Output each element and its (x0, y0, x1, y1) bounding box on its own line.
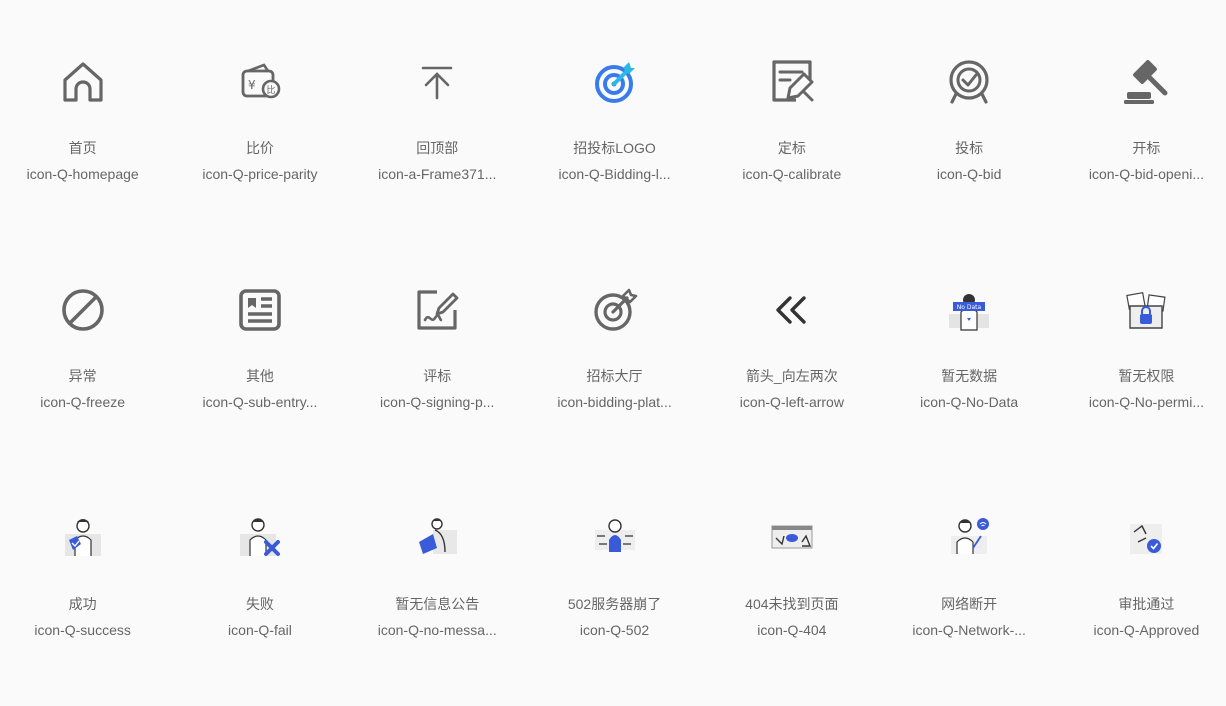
icon-card-bid[interactable]: 投标 icon-Q-bid (880, 0, 1057, 228)
icon-label: 404未找到页面 (745, 596, 839, 612)
icon-class-name: icon-Q-No-Data (920, 394, 1019, 410)
freeze-icon (57, 284, 109, 336)
icon-label: 502服务器崩了 (567, 596, 662, 612)
icon-class-name: icon-a-Frame371... (378, 166, 497, 182)
icon-card-no-permission[interactable]: 暂无权限 icon-Q-No-permi... (1058, 228, 1226, 456)
icon-card-404[interactable]: 404未找到页面 icon-Q-404 (703, 456, 880, 684)
fail-illustration-icon (234, 512, 286, 564)
icon-grid: 首页 icon-Q-homepage ¥ 比 比价 icon-Q-price-p… (0, 0, 1226, 684)
server-502-illustration-icon (589, 512, 641, 564)
icon-label: 评标 (423, 368, 452, 384)
icon-card-no-data[interactable]: No Data 暂无数据 icon-Q-No-Data (880, 228, 1057, 456)
icon-label: 定标 (777, 140, 806, 156)
icon-card-network[interactable]: 网络断开 icon-Q-Network-... (880, 456, 1057, 684)
svg-text:比: 比 (266, 84, 275, 96)
icon-card-signing[interactable]: 评标 icon-Q-signing-p... (349, 228, 526, 456)
icon-class-name: icon-Q-left-arrow (739, 394, 844, 410)
home-icon (57, 56, 109, 108)
icon-class-name: icon-Q-No-permi... (1088, 394, 1204, 410)
icon-label: 网络断开 (941, 596, 998, 612)
bidding-logo-icon (589, 56, 641, 108)
icon-label: 审批通过 (1118, 596, 1175, 612)
icon-card-calibrate[interactable]: 定标 icon-Q-calibrate (703, 0, 880, 228)
bidding-platform-icon (589, 284, 641, 336)
icon-class-name: icon-Q-homepage (26, 166, 139, 182)
success-illustration-icon (57, 512, 109, 564)
icon-class-name: icon-Q-signing-p... (380, 394, 495, 410)
icon-card-left-arrow[interactable]: 箭头_向左两次 icon-Q-left-arrow (703, 228, 880, 456)
icon-label: 失败 (245, 596, 274, 612)
svg-text:¥: ¥ (248, 78, 256, 92)
icon-card-fail[interactable]: 失败 icon-Q-fail (171, 456, 348, 684)
icon-label: 其他 (245, 368, 274, 384)
sub-entry-icon (234, 284, 286, 336)
back-to-top-icon (411, 56, 463, 108)
icon-class-name: icon-Q-calibrate (742, 166, 842, 182)
icon-class-name: icon-Q-freeze (40, 394, 126, 410)
icon-label: 成功 (68, 596, 97, 612)
icon-class-name: icon-Q-502 (579, 622, 650, 638)
network-disconnected-illustration-icon (943, 512, 995, 564)
icon-label: 投标 (955, 140, 984, 156)
icon-label: 暂无数据 (941, 368, 998, 384)
icon-class-name: icon-Q-404 (757, 622, 827, 638)
icon-card-bidding-platform[interactable]: 招标大厅 icon-bidding-plat... (526, 228, 703, 456)
no-data-badge: No Data (957, 304, 982, 311)
icon-card-price-parity[interactable]: ¥ 比 比价 icon-Q-price-parity (171, 0, 348, 228)
icon-class-name: icon-Q-sub-entry... (202, 394, 318, 410)
page-404-illustration-icon (766, 512, 818, 564)
bid-icon (943, 56, 995, 108)
icon-card-bidding-logo[interactable]: 招投标LOGO icon-Q-Bidding-l... (526, 0, 703, 228)
icon-card-502[interactable]: 502服务器崩了 icon-Q-502 (526, 456, 703, 684)
no-permission-illustration-icon (1120, 284, 1172, 336)
icon-class-name: icon-Q-Network-... (912, 622, 1026, 638)
icon-card-homepage[interactable]: 首页 icon-Q-homepage (0, 0, 171, 228)
icon-class-name: icon-Q-fail (228, 622, 292, 638)
icon-class-name: icon-Q-price-parity (202, 166, 318, 182)
signing-icon (411, 284, 463, 336)
icon-card-success[interactable]: 成功 icon-Q-success (0, 456, 171, 684)
icon-label: 暂无信息公告 (395, 596, 480, 612)
icon-label: 开标 (1132, 140, 1161, 156)
icon-card-approved[interactable]: 审批通过 icon-Q-Approved (1058, 456, 1226, 684)
icon-label: 招投标LOGO (573, 140, 656, 156)
double-left-arrow-icon (766, 284, 818, 336)
icon-card-sub-entry[interactable]: 其他 icon-Q-sub-entry... (171, 228, 348, 456)
icon-class-name: icon-Q-bid-openi... (1088, 166, 1205, 182)
icon-card-bid-opening[interactable]: 开标 icon-Q-bid-openi... (1058, 0, 1226, 228)
icon-class-name: icon-Q-no-messa... (377, 622, 497, 638)
icon-class-name: icon-bidding-plat... (557, 394, 672, 410)
price-parity-icon: ¥ 比 (234, 56, 286, 108)
icon-class-name: icon-Q-Approved (1093, 622, 1200, 638)
icon-label: 首页 (68, 140, 97, 156)
icon-card-back-to-top[interactable]: 回顶部 icon-a-Frame371... (349, 0, 526, 228)
icon-class-name: icon-Q-success (34, 622, 131, 638)
icon-label: 箭头_向左两次 (745, 368, 838, 384)
icon-label: 比价 (245, 140, 274, 156)
icon-class-name: icon-Q-Bidding-l... (558, 166, 671, 182)
approved-illustration-icon (1120, 512, 1172, 564)
icon-label: 回顶部 (416, 140, 459, 156)
icon-card-no-message[interactable]: 暂无信息公告 icon-Q-no-messa... (349, 456, 526, 684)
icon-card-freeze[interactable]: 异常 icon-Q-freeze (0, 228, 171, 456)
no-message-illustration-icon (411, 512, 463, 564)
icon-class-name: icon-Q-bid (936, 166, 1002, 182)
icon-label: 招标大厅 (586, 368, 643, 384)
icon-label: 暂无权限 (1118, 368, 1175, 384)
no-data-illustration-icon: No Data (943, 284, 995, 336)
calibrate-icon (766, 56, 818, 108)
gavel-icon (1120, 56, 1172, 108)
icon-label: 异常 (68, 368, 97, 384)
